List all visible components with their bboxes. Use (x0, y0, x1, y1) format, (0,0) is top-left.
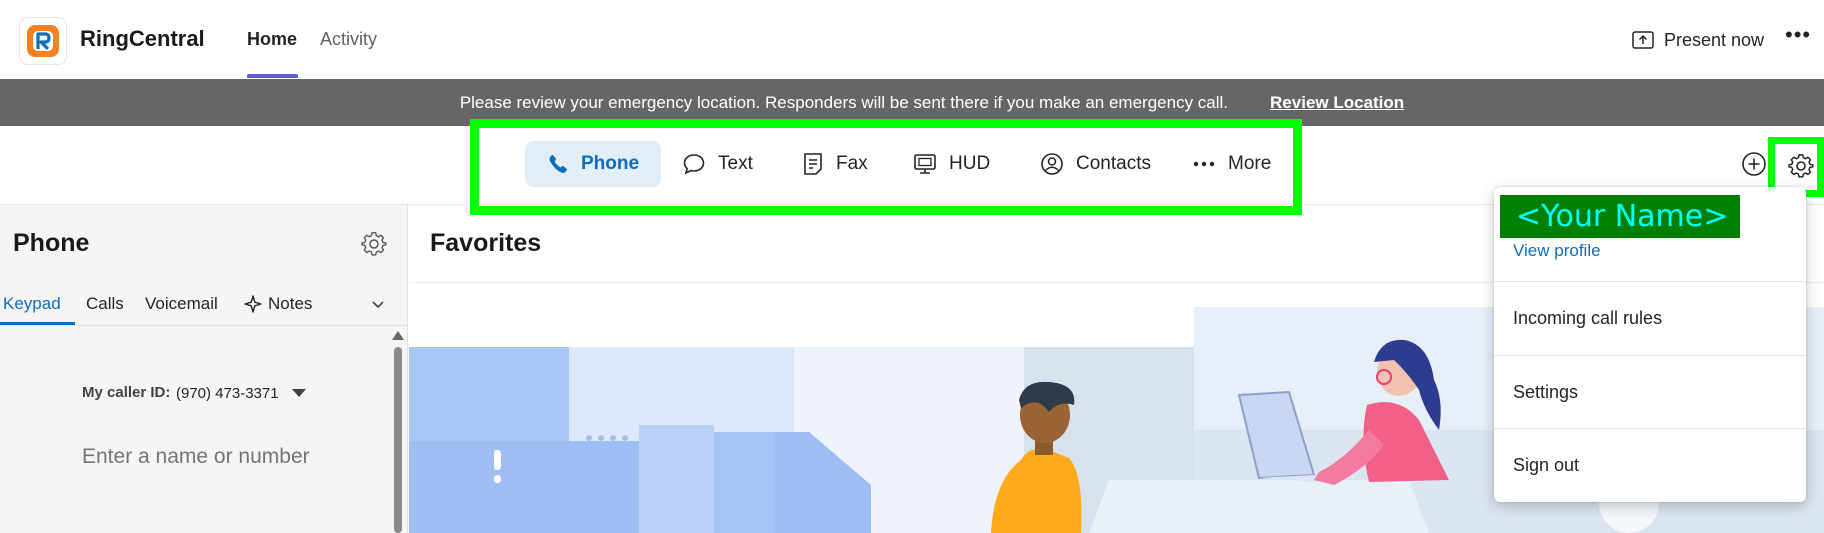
menu-divider (1494, 281, 1806, 282)
caret-down-icon[interactable] (292, 389, 306, 397)
subtabs-divider (0, 325, 408, 326)
menu-divider (1494, 355, 1806, 356)
menu-divider (1494, 428, 1806, 429)
subtab-notes[interactable]: Notes (244, 294, 312, 314)
profile-name: <Your Name> (1500, 195, 1740, 238)
settings-gear-icon[interactable] (1788, 153, 1814, 179)
menu-item-settings[interactable]: Settings (1513, 382, 1578, 403)
menu-item-incoming-call-rules[interactable]: Incoming call rules (1513, 308, 1662, 329)
subtab-keypad[interactable]: Keypad (3, 294, 61, 314)
app-title: RingCentral (80, 26, 205, 51)
tab-home[interactable]: Home (247, 29, 297, 50)
favorites-title: Favorites (430, 229, 542, 257)
more-options-icon[interactable]: ••• (1785, 22, 1811, 48)
menu-item-sign-out[interactable]: Sign out (1513, 455, 1579, 476)
present-screen-icon (1632, 31, 1654, 49)
caller-id-label: My caller ID: (82, 384, 171, 401)
active-tab-indicator (247, 74, 298, 78)
review-location-link[interactable]: Review Location (1270, 93, 1404, 113)
sparkle-icon (244, 295, 262, 313)
subtab-calls[interactable]: Calls (86, 294, 124, 314)
dial-input[interactable]: Enter a name or number (82, 445, 310, 469)
add-circle-icon[interactable] (1741, 151, 1767, 177)
view-profile-link[interactable]: View profile (1513, 241, 1601, 261)
subtab-voicemail[interactable]: Voicemail (145, 294, 218, 314)
present-now-button[interactable]: Present now (1632, 25, 1764, 55)
present-now-label: Present now (1664, 29, 1765, 50)
ringcentral-logo-icon (20, 18, 66, 64)
banner-message: Please review your emergency location. R… (459, 92, 1229, 112)
scroll-up-icon[interactable] (392, 331, 404, 340)
nav-highlight-box (470, 119, 1302, 215)
scrollbar-thumb[interactable] (394, 347, 402, 533)
phone-panel-title: Phone (13, 229, 90, 257)
chevron-down-icon[interactable] (370, 296, 386, 312)
phone-settings-gear-icon[interactable] (361, 231, 387, 257)
subtab-notes-label: Notes (268, 294, 313, 313)
tab-activity[interactable]: Activity (320, 29, 377, 50)
caller-id-selector[interactable]: (970) 473-3371 (176, 385, 279, 402)
